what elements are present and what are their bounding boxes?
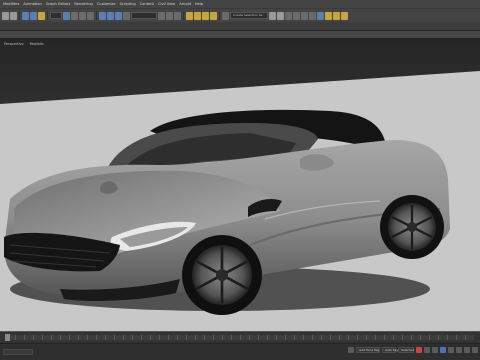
toolbar-divider	[183, 11, 184, 20]
layer-explorer-icon[interactable]	[285, 11, 292, 20]
menu-help[interactable]: Help	[195, 2, 203, 6]
menu-rendering[interactable]: Rendering	[74, 2, 92, 6]
selection-filter-dropdown[interactable]	[50, 12, 62, 19]
edit-named-selection-icon[interactable]	[222, 11, 229, 20]
rectangular-selection-icon[interactable]	[79, 11, 86, 20]
menu-bar: Modifiers Animation Graph Editors Render…	[0, 0, 480, 8]
toolbar-divider	[19, 11, 20, 20]
link-icon[interactable]	[22, 11, 29, 20]
select-object-icon[interactable]	[63, 11, 70, 20]
ribbon-panel	[0, 31, 480, 39]
time-slider-handle[interactable]	[5, 334, 10, 341]
lock-selection-icon[interactable]	[348, 347, 354, 353]
material-editor-icon[interactable]	[317, 11, 324, 20]
angle-snap-icon[interactable]	[194, 11, 201, 20]
selected-dropdown[interactable]: Selected	[398, 347, 414, 353]
spinner-snap-icon[interactable]	[210, 11, 217, 20]
select-and-manipulate-icon[interactable]	[166, 11, 173, 20]
render-setup-icon[interactable]	[325, 11, 332, 20]
auto-key-button[interactable]: Auto Key	[382, 347, 398, 353]
pivot-center-icon[interactable]	[158, 11, 165, 20]
undo-icon[interactable]	[2, 11, 9, 20]
toolbar-divider	[219, 11, 220, 20]
timeline-track[interactable]	[6, 335, 474, 340]
go-to-end-icon[interactable]	[456, 347, 462, 353]
render-production-icon[interactable]	[341, 11, 348, 20]
viewport-shading-label[interactable]: Realistic	[30, 42, 44, 46]
keyboard-shortcut-override-icon[interactable]	[174, 11, 181, 20]
menu-graph-editors[interactable]: Graph Editors	[46, 2, 71, 6]
next-frame-icon[interactable]	[448, 347, 454, 353]
perspective-viewport[interactable]: Perspective Realistic	[0, 39, 480, 331]
zoom-extents-icon[interactable]	[464, 347, 470, 353]
toolbar-divider	[47, 11, 48, 20]
menu-civil-view[interactable]: Civil View	[158, 2, 175, 6]
menu-content[interactable]: Content	[140, 2, 154, 6]
named-selection-set-input[interactable]: Create Selection Se	[230, 12, 268, 19]
menu-modifiers[interactable]: Modifiers	[3, 2, 19, 6]
align-icon[interactable]	[277, 11, 284, 20]
go-to-start-icon[interactable]	[424, 347, 430, 353]
menu-customize[interactable]: Customize	[97, 2, 116, 6]
menu-arnold[interactable]: Arnold	[179, 2, 191, 6]
maxscript-listener-field[interactable]	[3, 349, 33, 355]
ribbon-bar	[0, 22, 480, 31]
toolbar-divider	[96, 11, 97, 20]
time-slider[interactable]	[0, 331, 480, 343]
select-by-name-icon[interactable]	[71, 11, 78, 20]
scale-icon[interactable]	[115, 11, 122, 20]
viewport-label[interactable]: Perspective Realistic	[4, 42, 44, 46]
status-bar: Add Time Tag Auto Key Selected	[0, 343, 480, 360]
toggle-ribbon-icon[interactable]	[293, 11, 300, 20]
car-model[interactable]	[0, 39, 480, 331]
orbit-icon[interactable]	[472, 347, 478, 353]
set-key-icon[interactable]	[416, 347, 422, 353]
schematic-view-icon[interactable]	[309, 11, 316, 20]
menu-animation[interactable]: Animation	[23, 2, 41, 6]
bind-space-warp-icon[interactable]	[38, 11, 45, 20]
previous-frame-icon[interactable]	[432, 347, 438, 353]
rotate-icon[interactable]	[107, 11, 114, 20]
curve-editor-icon[interactable]	[301, 11, 308, 20]
play-icon[interactable]	[440, 347, 446, 353]
reference-coordinate-dropdown[interactable]	[131, 12, 157, 19]
animation-controls: Add Time Tag Auto Key Selected	[348, 347, 478, 353]
mirror-icon[interactable]	[269, 11, 276, 20]
move-icon[interactable]	[99, 11, 106, 20]
placement-icon[interactable]	[123, 11, 130, 20]
unlink-icon[interactable]	[30, 11, 37, 20]
add-time-tag-field[interactable]: Add Time Tag	[356, 347, 380, 353]
redo-icon[interactable]	[10, 11, 17, 20]
snaps-toggle-icon[interactable]	[186, 11, 193, 20]
percent-snap-icon[interactable]	[202, 11, 209, 20]
rendered-frame-window-icon[interactable]	[333, 11, 340, 20]
menu-scripting[interactable]: Scripting	[120, 2, 136, 6]
window-crossing-icon[interactable]	[87, 11, 94, 20]
main-toolbar: Create Selection Se	[0, 8, 480, 22]
viewport-view-label[interactable]: Perspective	[4, 42, 24, 46]
